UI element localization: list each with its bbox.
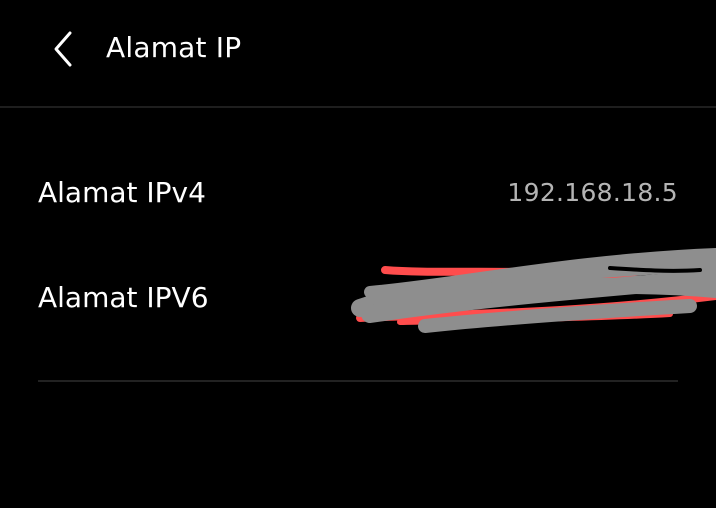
ipv4-address-value: 192.168.18.5 [507,178,678,207]
ip-address-screen: Alamat IP Alamat IPv4 192.168.18.5 Alama… [0,0,716,508]
redaction-scribble [351,248,716,333]
page-title: Alamat IP [106,31,242,64]
ipv6-address-label: Alamat IPV6 [38,281,209,314]
chevron-left-icon [54,31,72,67]
back-button[interactable] [36,22,90,76]
list-divider [38,380,678,382]
ipv4-address-row: Alamat IPv4 192.168.18.5 [38,163,678,223]
header-divider [0,106,716,108]
app-header: Alamat IP [0,0,716,106]
ipv4-address-label: Alamat IPv4 [38,176,206,209]
